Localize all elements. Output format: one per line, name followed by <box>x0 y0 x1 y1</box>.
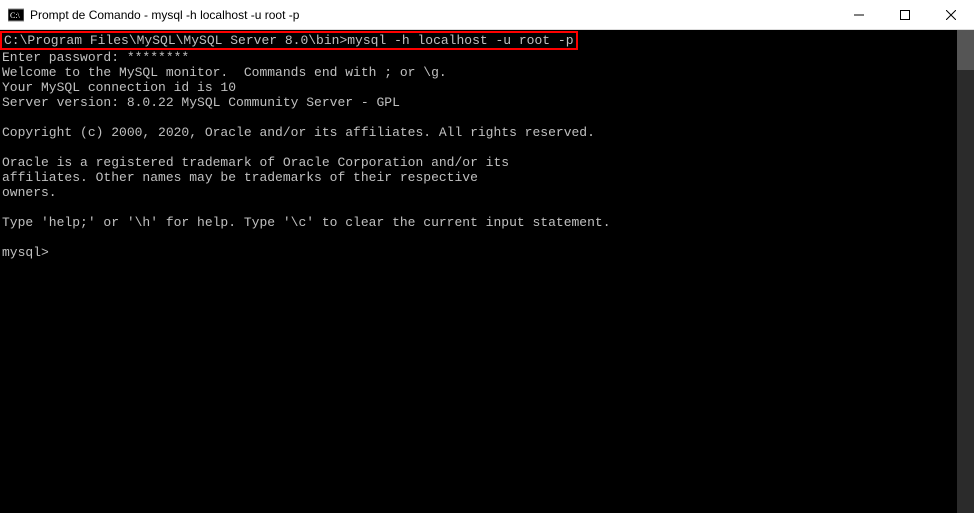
window-title: Prompt de Comando - mysql -h localhost -… <box>30 8 836 22</box>
maximize-button[interactable] <box>882 0 928 29</box>
window-controls <box>836 0 974 29</box>
terminal-line: Your MySQL connection id is 10 <box>0 80 974 95</box>
scrollbar-thumb[interactable] <box>957 30 974 70</box>
terminal-line: Oracle is a registered trademark of Orac… <box>0 155 974 170</box>
cursor <box>57 247 64 260</box>
mysql-prompt: mysql> <box>2 245 49 260</box>
terminal-content: C:\Program Files\MySQL\MySQL Server 8.0\… <box>0 30 974 260</box>
terminal-output-lines: Enter password: ********Welcome to the M… <box>0 50 974 245</box>
window-titlebar: C:\ Prompt de Comando - mysql -h localho… <box>0 0 974 30</box>
command-text: C:\Program Files\MySQL\MySQL Server 8.0\… <box>0 31 578 50</box>
terminal-line <box>0 200 974 215</box>
terminal-line: Welcome to the MySQL monitor. Commands e… <box>0 65 974 80</box>
terminal-line: Copyright (c) 2000, 2020, Oracle and/or … <box>0 125 974 140</box>
terminal-line: owners. <box>0 185 974 200</box>
terminal-line <box>0 140 974 155</box>
terminal-line: affiliates. Other names may be trademark… <box>0 170 974 185</box>
prompt-line: mysql> <box>0 245 974 260</box>
minimize-button[interactable] <box>836 0 882 29</box>
terminal-line: Type 'help;' or '\h' for help. Type '\c'… <box>0 215 974 230</box>
terminal-line: Enter password: ******** <box>0 50 974 65</box>
scrollbar-track[interactable] <box>957 30 974 513</box>
terminal-line <box>0 230 974 245</box>
close-button[interactable] <box>928 0 974 29</box>
terminal-line: Server version: 8.0.22 MySQL Community S… <box>0 95 974 110</box>
terminal-line <box>0 110 974 125</box>
svg-text:C:\: C:\ <box>10 11 21 20</box>
cmd-icon: C:\ <box>8 7 24 23</box>
highlighted-command-line: C:\Program Files\MySQL\MySQL Server 8.0\… <box>0 31 974 50</box>
terminal-area[interactable]: C:\Program Files\MySQL\MySQL Server 8.0\… <box>0 30 974 513</box>
